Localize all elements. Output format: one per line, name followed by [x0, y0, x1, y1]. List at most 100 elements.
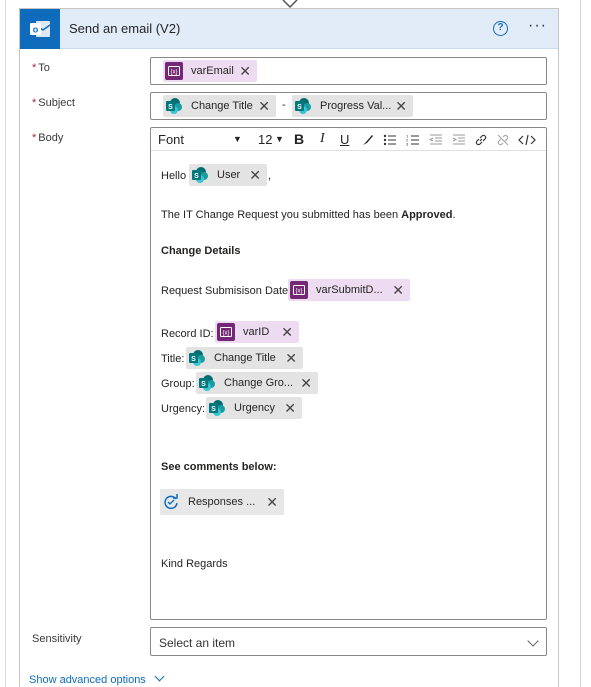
token-var-email[interactable]: {x} varEmail ✕	[163, 60, 257, 82]
send-email-card: o Send an email (V2) ? ··· * To {x} varEm…	[19, 8, 559, 687]
sharepoint-icon: S	[198, 374, 216, 392]
token-label: User	[217, 169, 241, 181]
token-label: Change Title	[214, 352, 276, 364]
remove-token-icon[interactable]: ✕	[249, 168, 261, 182]
remove-token-icon[interactable]: ✕	[300, 376, 312, 390]
remove-token-icon[interactable]: ✕	[281, 325, 293, 339]
remove-token-icon[interactable]: ✕	[284, 401, 296, 415]
change-details-heading: Change Details	[161, 245, 241, 257]
variable-icon: {x}	[217, 323, 235, 341]
token-label: varID	[243, 326, 270, 338]
sensitivity-label: Sensitivity	[32, 633, 82, 645]
variable-icon: {x}	[290, 281, 308, 299]
record-id-label: Record ID:	[161, 328, 214, 340]
body-editor[interactable]: Font ▼ 12 ▼ B I U 123 Hello S User ✕ , T…	[150, 127, 547, 620]
comments-heading: See comments below:	[161, 461, 277, 473]
request-date-label: Request Submisison Date:	[161, 285, 292, 297]
sharepoint-icon: S	[208, 399, 226, 417]
svg-text:S: S	[211, 406, 216, 413]
font-dropdown-icon[interactable]: ▼	[233, 134, 242, 144]
token-urgency[interactable]: S Urgency ✕	[206, 397, 302, 419]
token-user[interactable]: S User ✕	[189, 164, 267, 186]
highlight-pen-icon[interactable]	[361, 133, 375, 147]
left-rail	[5, 0, 6, 687]
underline-button[interactable]: U	[340, 132, 349, 147]
token-label: Urgency	[234, 402, 275, 414]
token-label: varEmail	[191, 65, 234, 77]
card-title: Send an email (V2)	[69, 21, 181, 36]
link-icon[interactable]	[474, 133, 488, 147]
chevron-down-icon	[154, 671, 165, 682]
size-dropdown-icon[interactable]: ▼	[275, 134, 284, 144]
font-size-select[interactable]: 12	[258, 132, 272, 147]
remove-token-icon[interactable]: ✕	[239, 64, 251, 78]
code-view-icon[interactable]	[518, 133, 536, 147]
token-label: Change Title	[191, 100, 253, 112]
subject-label: * Subject	[32, 97, 75, 109]
to-label: * To	[32, 62, 50, 74]
svg-text:S: S	[191, 356, 196, 363]
kind-regards-text: Kind Regards	[161, 558, 228, 570]
right-rail	[580, 0, 581, 687]
question-circle-icon[interactable]: ?	[493, 21, 508, 36]
token-var-id[interactable]: {x} varID ✕	[215, 321, 299, 343]
font-select[interactable]: Font	[158, 132, 184, 147]
chevron-down-icon	[527, 635, 539, 647]
svg-text:{x}: {x}	[170, 70, 177, 76]
urgency-label: Urgency:	[161, 403, 206, 415]
body-label: * Body	[32, 132, 64, 144]
svg-text:{x}: {x}	[222, 331, 229, 337]
apply-to-each-icon	[162, 493, 180, 511]
remove-token-icon[interactable]: ✕	[392, 283, 404, 297]
unlink-icon[interactable]	[496, 133, 510, 147]
svg-text:o: o	[33, 25, 39, 35]
sensitivity-select[interactable]: Select an item	[150, 627, 547, 656]
sharepoint-icon: S	[191, 166, 209, 184]
advanced-label: Show advanced options	[29, 674, 146, 686]
card-header[interactable]: o Send an email (V2) ? ···	[20, 9, 558, 49]
approval-sentence: The IT Change Request you submitted has …	[161, 209, 456, 221]
outlook-icon: o	[20, 9, 60, 49]
italic-button[interactable]: I	[320, 131, 325, 147]
token-label: Change Gro...	[224, 377, 294, 389]
token-responses[interactable]: Responses ... ✕	[160, 489, 284, 515]
remove-token-icon[interactable]: ✕	[258, 99, 270, 113]
token-change-title-body[interactable]: S Change Title ✕	[186, 347, 303, 369]
title-label: Title:	[161, 353, 185, 365]
to-field[interactable]: {x} varEmail ✕	[150, 57, 547, 85]
remove-token-icon[interactable]: ✕	[266, 495, 278, 509]
group-label: Group:	[161, 378, 195, 390]
subject-separator: -	[282, 99, 286, 111]
sensitivity-placeholder: Select an item	[159, 636, 236, 650]
svg-text:3: 3	[406, 142, 409, 147]
token-progress-val[interactable]: S Progress Val... ✕	[292, 95, 413, 117]
bold-button[interactable]: B	[294, 131, 304, 147]
remove-token-icon[interactable]: ✕	[285, 351, 297, 365]
variable-icon: {x}	[165, 62, 183, 80]
sharepoint-icon: S	[294, 97, 312, 115]
hello-text: Hello	[161, 170, 187, 182]
token-var-submit-date[interactable]: {x} varSubmitD... ✕	[288, 279, 410, 301]
ellipsis-icon[interactable]: ···	[528, 18, 547, 34]
subject-field[interactable]: S Change Title ✕ - S Progress Val... ✕	[150, 92, 547, 120]
remove-token-icon[interactable]: ✕	[395, 99, 407, 113]
token-change-group[interactable]: S Change Gro... ✕	[196, 372, 318, 394]
rich-text-toolbar: Font ▼ 12 ▼ B I U 123	[151, 128, 546, 151]
svg-text:S: S	[194, 173, 199, 180]
increase-indent-icon[interactable]	[452, 133, 466, 147]
svg-text:S: S	[297, 104, 302, 111]
svg-text:{x}: {x}	[295, 289, 302, 295]
numbered-list-icon[interactable]: 123	[406, 133, 420, 147]
token-change-title[interactable]: S Change Title ✕	[163, 95, 276, 117]
sharepoint-icon: S	[165, 97, 183, 115]
token-label: varSubmitD...	[316, 284, 383, 296]
flow-canvas: o Send an email (V2) ? ··· * To {x} varEm…	[0, 0, 591, 687]
decrease-indent-icon[interactable]	[429, 133, 443, 147]
svg-text:S: S	[201, 381, 206, 388]
bullet-list-icon[interactable]	[383, 133, 397, 147]
comma-text: ,	[268, 170, 272, 182]
sharepoint-icon: S	[188, 349, 206, 367]
token-label: Progress Val...	[320, 100, 392, 112]
svg-text:S: S	[168, 104, 173, 111]
show-advanced-options-link[interactable]: Show advanced options	[29, 671, 165, 686]
